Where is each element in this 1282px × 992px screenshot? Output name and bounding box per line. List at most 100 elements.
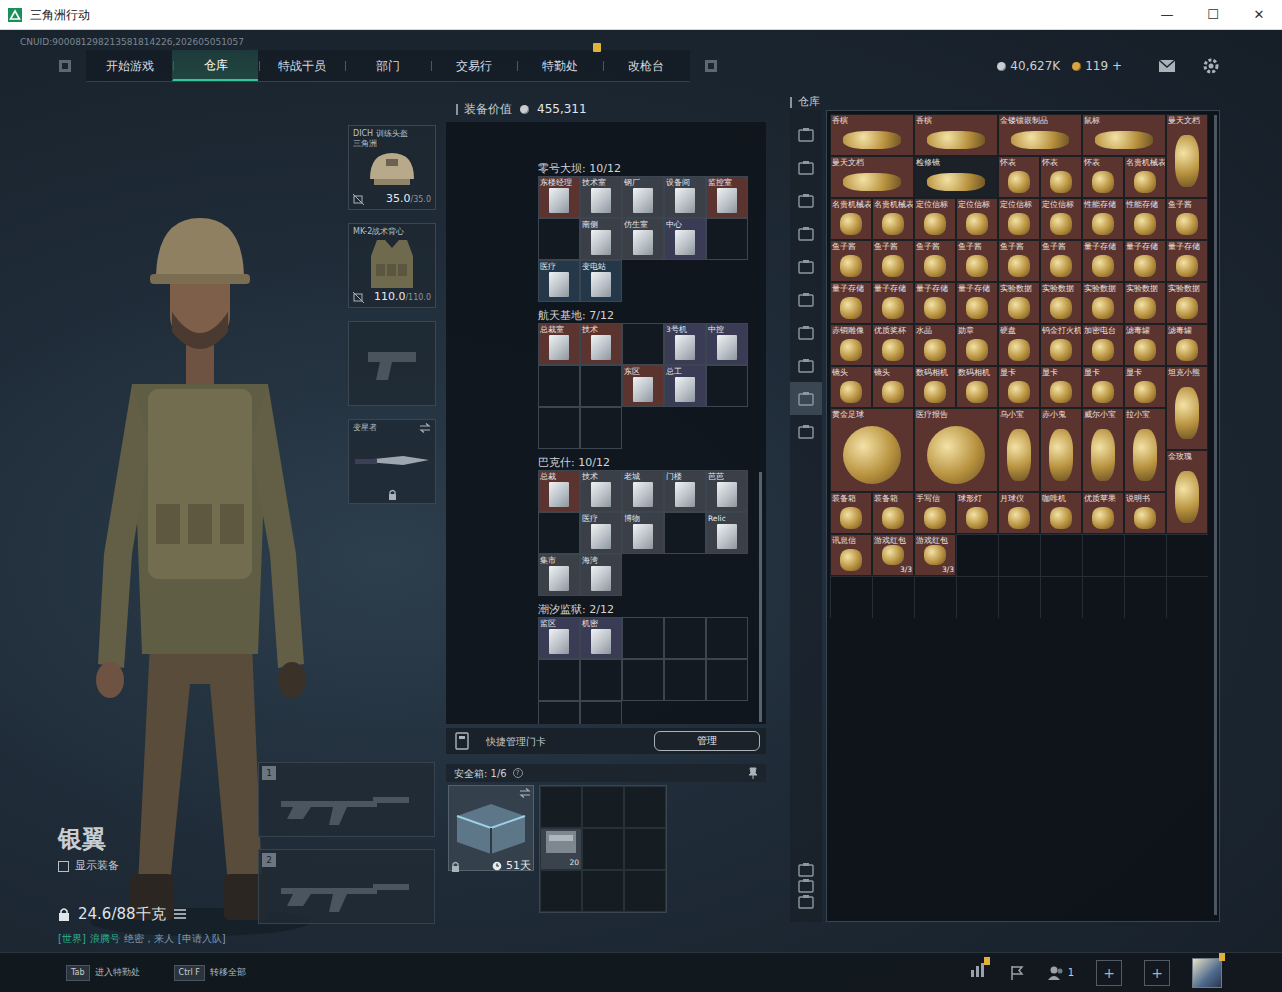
warehouse-item[interactable]: 实验数据 bbox=[998, 282, 1040, 324]
warehouse-item[interactable]: 定位信标 bbox=[956, 198, 998, 240]
nav-tab[interactable]: 部门 bbox=[344, 50, 430, 81]
safe-box-cell[interactable] bbox=[540, 786, 582, 828]
warehouse-item[interactable]: 坦克小熊 bbox=[1166, 366, 1208, 450]
friends-button[interactable]: 1 bbox=[1047, 965, 1074, 981]
warehouse-tab[interactable] bbox=[790, 151, 822, 184]
warehouse-item[interactable]: 医疗报告 bbox=[914, 408, 998, 492]
warehouse-tab[interactable] bbox=[790, 349, 822, 382]
warehouse-item[interactable]: 镜头 bbox=[872, 366, 914, 408]
show-equipment-checkbox[interactable] bbox=[58, 861, 69, 872]
warehouse-item[interactable]: 实验数据 bbox=[1040, 282, 1082, 324]
keycard[interactable]: Relic bbox=[706, 512, 748, 554]
warehouse-item[interactable]: 说明书 bbox=[1124, 492, 1166, 534]
safe-box-cell[interactable] bbox=[624, 828, 666, 870]
keycard-slot-empty[interactable] bbox=[622, 659, 664, 701]
tools-icon[interactable] bbox=[790, 894, 822, 910]
warehouse-item[interactable]: 鱼子酱 bbox=[1166, 198, 1208, 240]
manage-button[interactable]: 管理 bbox=[654, 731, 760, 751]
warehouse-item[interactable]: 鱼子酱 bbox=[872, 240, 914, 282]
nav-tab[interactable]: 特战干员 bbox=[258, 50, 344, 81]
keycard-slot-empty[interactable] bbox=[706, 659, 748, 701]
sort-icon[interactable] bbox=[790, 862, 822, 878]
warehouse-item[interactable]: 实验数据 bbox=[1082, 282, 1124, 324]
keycard[interactable]: 钢厂 bbox=[622, 176, 664, 218]
flag-icon[interactable] bbox=[1009, 965, 1025, 981]
warehouse-item[interactable]: 赤小鬼 bbox=[1040, 408, 1082, 492]
keycard-slot-empty[interactable] bbox=[622, 617, 664, 659]
warehouse-item[interactable]: 性能存储 bbox=[1082, 198, 1124, 240]
keycard[interactable]: 门楼 bbox=[664, 470, 706, 512]
stats-button[interactable] bbox=[969, 962, 987, 983]
warehouse-item[interactable]: 装备箱 bbox=[872, 492, 914, 534]
warehouse-item[interactable]: 金玫瑰 bbox=[1166, 450, 1208, 534]
window-control-button[interactable]: — bbox=[1144, 0, 1190, 30]
warehouse-item[interactable]: 定位信标 bbox=[998, 198, 1040, 240]
safe-box-case[interactable]: 51天 bbox=[448, 785, 534, 871]
scrollbar[interactable] bbox=[1214, 115, 1217, 915]
keycard[interactable]: 芭芭 bbox=[706, 470, 748, 512]
warehouse-item[interactable]: 显卡 bbox=[1124, 366, 1166, 408]
stack-icon[interactable] bbox=[790, 878, 822, 894]
keycard-slot-empty[interactable] bbox=[538, 365, 580, 407]
warehouse-item[interactable]: 怀表 bbox=[998, 156, 1040, 198]
warehouse-item[interactable]: 实验数据 bbox=[1166, 282, 1208, 324]
safe-box-cell[interactable] bbox=[624, 870, 666, 912]
window-control-button[interactable]: ☐ bbox=[1190, 0, 1236, 30]
warehouse-item[interactable]: 定位信标 bbox=[914, 198, 956, 240]
avatar-button[interactable] bbox=[1192, 958, 1222, 988]
keycard-slot-empty[interactable] bbox=[664, 659, 706, 701]
keycard-slot-empty[interactable] bbox=[538, 407, 580, 449]
gear-slot[interactable]: MK-2战术背心110.0/110.0 bbox=[348, 223, 436, 308]
warehouse-item[interactable]: 量子存储 bbox=[1082, 240, 1124, 282]
next-tab-icon[interactable] bbox=[704, 59, 718, 73]
warehouse-item[interactable]: 显卡 bbox=[1040, 366, 1082, 408]
warehouse-item[interactable]: 名贵机械表 bbox=[1124, 156, 1166, 198]
warehouse-item[interactable]: 显卡 bbox=[998, 366, 1040, 408]
warehouse-tab[interactable] bbox=[790, 415, 822, 448]
warehouse-item[interactable]: 鱼子酱 bbox=[1040, 240, 1082, 282]
warehouse-item[interactable]: 香槟 bbox=[914, 114, 998, 156]
keycard[interactable]: 监区 bbox=[538, 617, 580, 659]
warehouse-item[interactable]: 讯息信 bbox=[830, 534, 872, 576]
warehouse-item[interactable]: 量子存储 bbox=[872, 282, 914, 324]
warehouse-tab[interactable] bbox=[790, 283, 822, 316]
key-cap[interactable]: Ctrl F bbox=[174, 965, 205, 981]
warehouse-item[interactable]: 鱼子酱 bbox=[830, 240, 872, 282]
warehouse-tab[interactable] bbox=[790, 250, 822, 283]
warehouse-item[interactable]: 数码相机 bbox=[914, 366, 956, 408]
warehouse-item[interactable]: 优质奖杯 bbox=[872, 324, 914, 366]
warehouse-item[interactable]: 量子存储 bbox=[914, 282, 956, 324]
pin-icon[interactable] bbox=[748, 767, 758, 779]
show-equipment-toggle[interactable]: 显示装备 bbox=[58, 858, 258, 875]
keycard[interactable]: 技术 bbox=[580, 323, 622, 365]
safe-box-cell[interactable] bbox=[540, 870, 582, 912]
prev-tab-icon[interactable] bbox=[58, 59, 72, 73]
warehouse-item[interactable]: 香槟 bbox=[830, 114, 914, 156]
keycard[interactable]: 总裁 bbox=[538, 470, 580, 512]
keycard[interactable]: 3号机 bbox=[664, 323, 706, 365]
currency[interactable]: 40,627K bbox=[997, 57, 1060, 75]
keycard[interactable]: 变电站 bbox=[580, 260, 622, 302]
warehouse-tab[interactable] bbox=[790, 382, 822, 415]
safe-box-cell[interactable] bbox=[582, 786, 624, 828]
warehouse-item[interactable]: 量子存储 bbox=[956, 282, 998, 324]
warehouse-item[interactable]: 黄金足球 bbox=[830, 408, 914, 492]
keycard-slot-empty[interactable] bbox=[664, 617, 706, 659]
warehouse-item[interactable]: 游戏红包3/3 bbox=[872, 534, 914, 576]
warehouse-item[interactable]: 怀表 bbox=[1040, 156, 1082, 198]
keycard[interactable]: 仿生室 bbox=[622, 218, 664, 260]
warehouse-item[interactable]: 量子存储 bbox=[1124, 240, 1166, 282]
weapon-slot[interactable]: 1 bbox=[258, 762, 435, 837]
key-cap[interactable]: Tab bbox=[66, 965, 90, 981]
warehouse-item[interactable]: 拉小宝 bbox=[1124, 408, 1166, 492]
safe-box-cell[interactable] bbox=[582, 828, 624, 870]
warehouse-item[interactable]: 名贵机械表 bbox=[872, 198, 914, 240]
keycard-slot-empty[interactable] bbox=[580, 701, 622, 724]
keycard[interactable]: 医疗 bbox=[580, 512, 622, 554]
warehouse-item[interactable]: 滤毒罐 bbox=[1166, 324, 1208, 366]
warehouse-item[interactable]: 鱼子酱 bbox=[998, 240, 1040, 282]
warehouse-item[interactable]: 实验数据 bbox=[1124, 282, 1166, 324]
help-button[interactable]: ? bbox=[513, 768, 523, 778]
warehouse-item[interactable]: 威尔小宝 bbox=[1082, 408, 1124, 492]
warehouse-item[interactable]: 月球仪 bbox=[998, 492, 1040, 534]
